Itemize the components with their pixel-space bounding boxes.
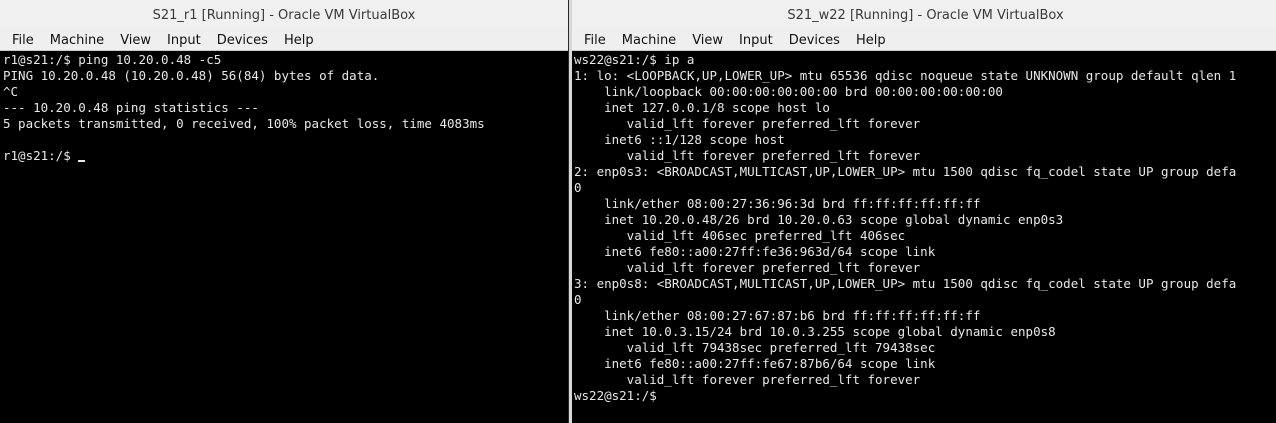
terminal-line: 0 xyxy=(574,180,582,195)
terminal-line: inet6 ::1/128 scope host xyxy=(574,132,785,147)
terminal-line: ws22@s21:/$ xyxy=(574,388,665,403)
terminal-line: link/loopback 00:00:00:00:00:00 brd 00:0… xyxy=(574,84,1003,99)
menu-help[interactable]: Help xyxy=(276,33,322,48)
window-titlebar[interactable]: S21_w22 [Running] - Oracle VM VirtualBox xyxy=(572,0,1276,30)
terminal-line: inet6 fe80::a00:27ff:fe36:963d/64 scope … xyxy=(574,244,936,259)
terminal-line: ​ xyxy=(3,132,568,148)
terminal-line: 5 packets transmitted, 0 received, 100% … xyxy=(3,116,485,131)
terminal-line: inet6 fe80::a00:27ff:fe67:87b6/64 scope … xyxy=(574,356,936,371)
window-titlebar[interactable]: S21_r1 [Running] - Oracle VM VirtualBox xyxy=(0,0,568,30)
terminal-screen[interactable]: r1@s21:/$ ping 10.20.0.48 -c5 PING 10.20.… xyxy=(3,52,568,423)
menu-devices[interactable]: Devices xyxy=(209,33,276,48)
terminal-line: r1@s21:/$ ping 10.20.0.48 -c5 xyxy=(3,52,222,67)
menu-devices[interactable]: Devices xyxy=(781,33,848,48)
terminal-line: link/ether 08:00:27:67:87:b6 brd ff:ff:f… xyxy=(574,308,981,323)
terminal-line: inet 10.0.3.15/24 brd 10.0.3.255 scope g… xyxy=(574,324,1056,339)
menu-input[interactable]: Input xyxy=(731,33,781,48)
terminal-line: PING 10.20.0.48 (10.20.0.48) 56(84) byte… xyxy=(3,68,380,83)
terminal-line: valid_lft forever preferred_lft forever xyxy=(574,148,921,163)
terminal-line: valid_lft forever preferred_lft forever xyxy=(574,260,921,275)
vm-window-w22[interactable]: S21_w22 [Running] - Oracle VM VirtualBox… xyxy=(569,0,1276,423)
vm-window-r1[interactable]: S21_r1 [Running] - Oracle VM VirtualBox … xyxy=(0,0,568,423)
terminal-line: valid_lft 406sec preferred_lft 406sec xyxy=(574,228,906,243)
terminal-prompt-line: r1@s21:/$ xyxy=(3,148,568,164)
menu-bar: File Machine View Input Devices Help xyxy=(0,30,568,51)
terminal-line: inet 10.20.0.48/26 brd 10.20.0.63 scope … xyxy=(574,212,1064,227)
menu-view[interactable]: View xyxy=(112,33,159,48)
menu-view[interactable]: View xyxy=(684,33,731,48)
menu-bar: File Machine View Input Devices Help xyxy=(572,30,1276,51)
terminal-line: 0 xyxy=(574,292,582,307)
window-title: S21_w22 [Running] - Oracle VM VirtualBox xyxy=(787,7,1064,23)
terminal-screen[interactable]: ws22@s21:/$ ip a 1: lo: <LOOPBACK,UP,LOWE… xyxy=(574,52,1276,423)
menu-input[interactable]: Input xyxy=(159,33,209,48)
menu-file[interactable]: File xyxy=(4,33,42,48)
terminal-line: valid_lft forever preferred_lft forever xyxy=(574,372,921,387)
menu-file[interactable]: File xyxy=(576,33,614,48)
menu-machine[interactable]: Machine xyxy=(614,33,684,48)
menu-help[interactable]: Help xyxy=(848,33,894,48)
terminal-prompt: r1@s21:/$ xyxy=(3,148,79,163)
terminal-line: ^C xyxy=(3,84,19,99)
terminal-line: valid_lft 79438sec preferred_lft 79438se… xyxy=(574,340,936,355)
terminal-line: 3: enp0s8: <BROADCAST,MULTICAST,UP,LOWER… xyxy=(574,276,1237,291)
terminal-line: 2: enp0s3: <BROADCAST,MULTICAST,UP,LOWER… xyxy=(574,164,1237,179)
terminal-cursor xyxy=(78,160,86,162)
terminal-line: 1: lo: <LOOPBACK,UP,LOWER_UP> mtu 65536 … xyxy=(574,68,1237,83)
menu-machine[interactable]: Machine xyxy=(42,33,112,48)
terminal-line: valid_lft forever preferred_lft forever xyxy=(574,116,921,131)
terminal-line: link/ether 08:00:27:36:96:3d brd ff:ff:f… xyxy=(574,196,981,211)
terminal-line: inet 127.0.0.1/8 scope host lo xyxy=(574,100,830,115)
window-title: S21_r1 [Running] - Oracle VM VirtualBox xyxy=(152,7,416,23)
terminal-line: --- 10.20.0.48 ping statistics --- xyxy=(3,100,259,115)
terminal-line: ws22@s21:/$ ip a xyxy=(574,52,695,67)
